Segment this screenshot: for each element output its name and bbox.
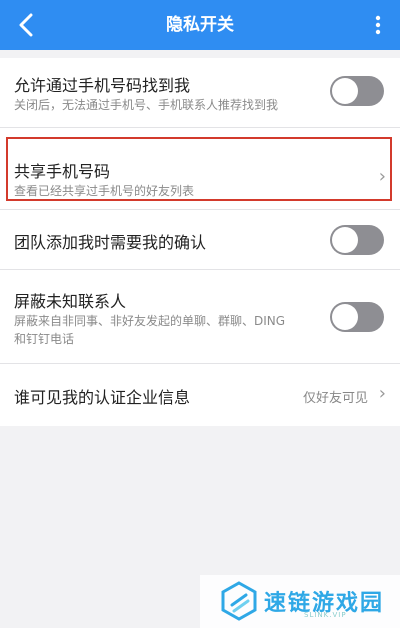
toggle-knob (332, 227, 358, 253)
block-unknown-toggle[interactable] (330, 302, 384, 332)
setting-row-team-confirm: 团队添加我时需要我的确认 (0, 210, 400, 270)
privacy-settings-list: 允许通过手机号码找到我 关闭后，无法通过手机号、手机联系人推荐找到我 共享手机号… (0, 58, 400, 426)
toggle-knob (332, 78, 358, 104)
setting-subtitle: 关闭后，无法通过手机号、手机联系人推荐找到我 (14, 98, 279, 112)
setting-title: 谁可见我的认证企业信息 (14, 388, 191, 407)
setting-title: 共享手机号码 (14, 162, 111, 181)
toggle-knob (332, 304, 358, 330)
setting-title: 团队添加我时需要我的确认 (14, 233, 207, 252)
setting-subtitle: 查看已经共享过手机号的好友列表 (14, 184, 195, 198)
chevron-right-icon: › (378, 383, 386, 404)
setting-subtitle-cont: 和钉钉电话 (14, 332, 75, 346)
watermark-logo-icon (221, 581, 257, 621)
setting-row-find-by-phone: 允许通过手机号码找到我 关闭后，无法通过手机号、手机联系人推荐找到我 (0, 58, 400, 128)
setting-row-block-unknown: 屏蔽未知联系人 屏蔽来自非同事、非好友发起的单聊、群聊、DING 和钉钉电话 (0, 270, 400, 364)
page-title: 隐私开关 (166, 15, 234, 35)
more-vertical-icon (375, 15, 381, 35)
setting-title: 屏蔽未知联系人 (14, 292, 127, 311)
setting-row-company-info[interactable]: 谁可见我的认证企业信息 仅好友可见 › (0, 364, 400, 426)
visibility-value: 仅好友可见 (302, 391, 368, 406)
team-confirm-toggle[interactable] (330, 225, 384, 255)
watermark: 速链游戏园 SLINK.VIP (200, 575, 400, 628)
setting-row-share-phone[interactable]: 共享手机号码 查看已经共享过手机号的好友列表 › (0, 128, 400, 210)
find-by-phone-toggle[interactable] (330, 76, 384, 106)
watermark-subtext: SLINK.VIP (304, 611, 347, 619)
chevron-right-icon: › (378, 166, 386, 187)
setting-title: 允许通过手机号码找到我 (14, 76, 191, 95)
app-header: 隐私开关 (0, 0, 400, 50)
more-button[interactable] (366, 6, 390, 44)
setting-subtitle: 屏蔽来自非同事、非好友发起的单聊、群聊、DING (14, 314, 286, 328)
